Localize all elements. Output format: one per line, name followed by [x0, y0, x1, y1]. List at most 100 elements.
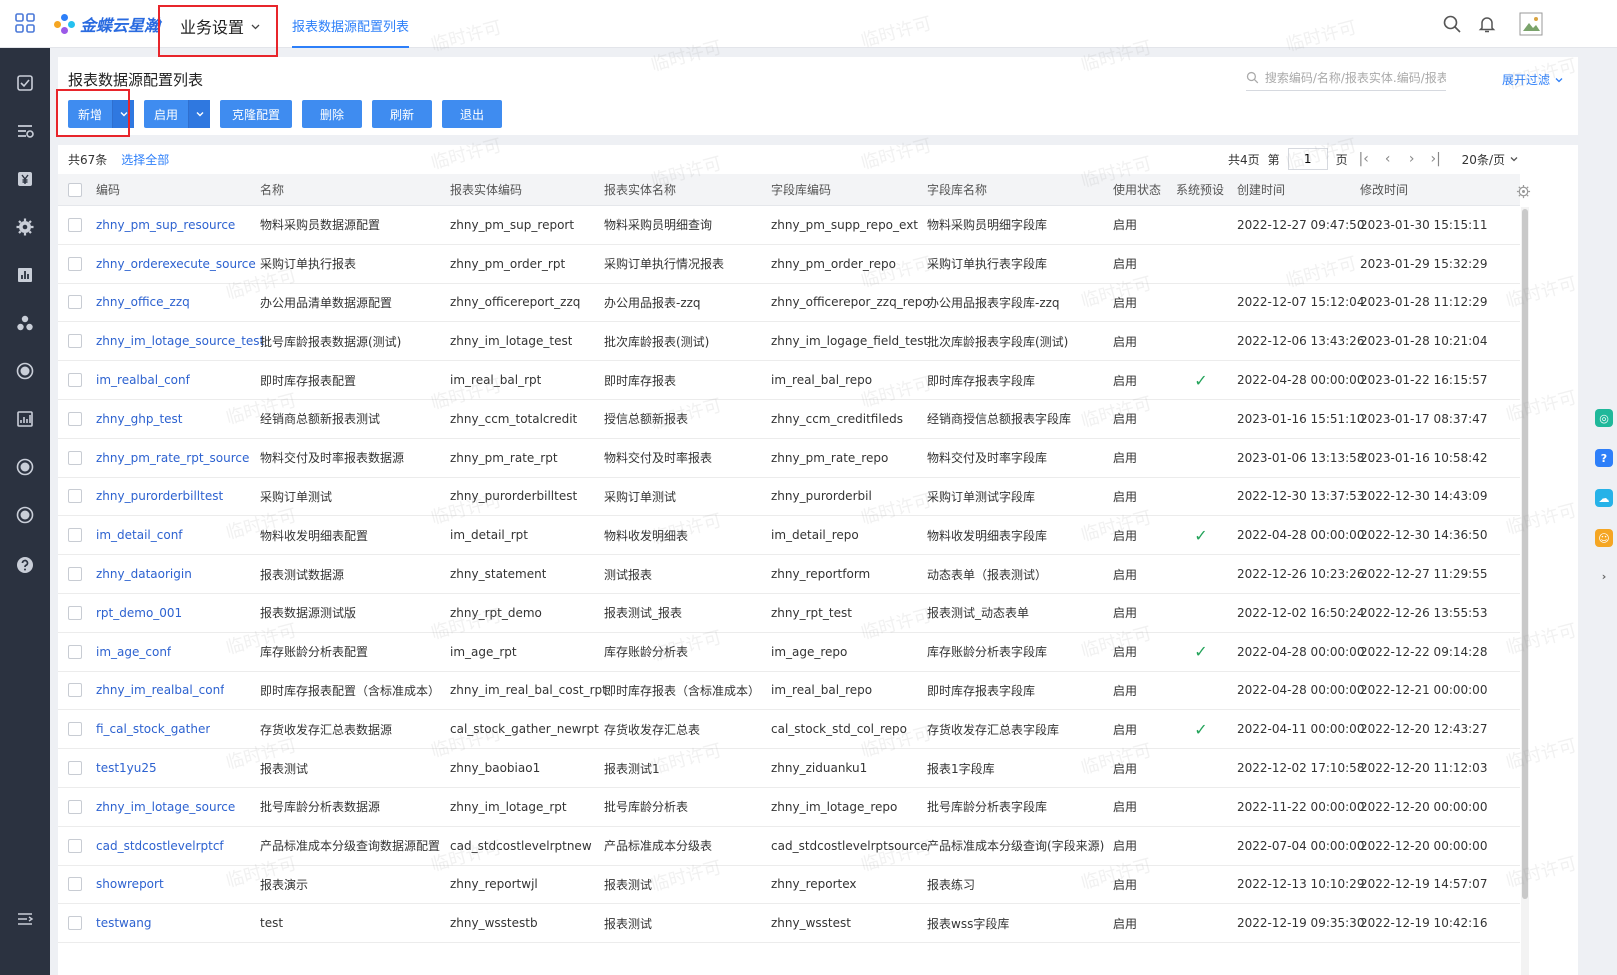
table-row[interactable]: zhny_dataorigin 报表测试数据源 zhny_statement 测试报表… — [58, 555, 1520, 594]
column-header-name[interactable]: 名称 — [260, 174, 284, 205]
row-checkbox[interactable] — [68, 644, 82, 659]
chat-icon[interactable]: ◎ — [1595, 409, 1613, 427]
cell-code[interactable]: fi_cal_stock_gather — [96, 710, 210, 748]
table-row[interactable]: zhny_ghp_test 经销商总额新报表测试 zhny_ccm_totalcre… — [58, 400, 1520, 439]
row-select-cell[interactable] — [68, 400, 82, 438]
exit-button[interactable]: 退出 — [442, 100, 503, 128]
row-checkbox[interactable] — [68, 761, 82, 776]
column-header-code[interactable]: 编码 — [96, 174, 120, 205]
row-select-cell[interactable] — [68, 710, 82, 748]
row-select-cell[interactable] — [68, 245, 82, 283]
cell-code[interactable]: zhny_orderexecute_source — [96, 245, 256, 283]
table-scrollbar[interactable] — [1521, 207, 1529, 975]
column-header-repo-code[interactable]: 字段库编码 — [771, 174, 831, 205]
row-checkbox[interactable] — [68, 567, 82, 582]
header-select-all-checkbox[interactable] — [68, 174, 82, 205]
table-row[interactable]: showreport 报表演示 zhny_reportwjl 报表测试 zhny_rep… — [58, 866, 1520, 905]
cell-code[interactable]: zhny_ghp_test — [96, 400, 183, 438]
table-row[interactable]: testwang test zhny_wsstestb 报表测试 zhny_wsstes… — [58, 904, 1520, 944]
cell-code[interactable]: showreport — [96, 866, 164, 904]
table-row[interactable]: zhny_pm_rate_rpt_source 物料交付及时率报表数据源 zhny_… — [58, 439, 1520, 478]
row-select-cell[interactable] — [68, 478, 82, 516]
table-row[interactable]: zhny_im_lotage_source 批号库龄分析表数据源 zhny_im_l… — [58, 788, 1520, 827]
row-checkbox[interactable] — [68, 799, 82, 814]
select-all-link[interactable]: 选择全部 — [121, 151, 169, 168]
row-checkbox[interactable] — [68, 411, 82, 426]
delete-button[interactable]: 删除 — [302, 100, 363, 128]
row-checkbox[interactable] — [68, 916, 82, 931]
checkbox[interactable] — [68, 182, 82, 197]
avatar[interactable] — [1519, 12, 1543, 36]
column-header-created-time[interactable]: 创建时间 — [1237, 174, 1285, 205]
circle-app-icon[interactable] — [14, 360, 36, 382]
help-icon[interactable] — [14, 554, 36, 576]
table-row[interactable]: zhny_orderexecute_source 采购订单执行报表 zhny_pm_… — [58, 245, 1520, 284]
row-select-cell[interactable] — [68, 827, 82, 865]
column-header-entity-name[interactable]: 报表实体名称 — [604, 174, 676, 205]
cell-code[interactable]: zhny_dataorigin — [96, 555, 192, 593]
column-header-status[interactable]: 使用状态 — [1113, 174, 1161, 205]
column-header-preset[interactable]: 系统预设 — [1176, 174, 1224, 205]
table-row[interactable]: zhny_im_realbal_conf 即时库存报表配置（含标准成本） zhny_… — [58, 672, 1520, 711]
enable-dropdown-toggle[interactable] — [188, 100, 211, 128]
table-row[interactable]: rpt_demo_001 报表数据源测试版 zhny_rpt_demo 报表测试_报表… — [58, 594, 1520, 633]
table-row[interactable]: zhny_purorderbilltest 采购订单测试 zhny_purorder… — [58, 478, 1520, 517]
cloud-icon[interactable]: ☁ — [1595, 489, 1613, 507]
cell-code[interactable]: zhny_pm_sup_resource — [96, 206, 235, 244]
row-checkbox[interactable] — [68, 683, 82, 698]
row-checkbox[interactable] — [68, 877, 82, 892]
column-settings-icon[interactable] — [1508, 175, 1538, 207]
brand-logo[interactable]: 金蝶云星瀚 — [52, 10, 160, 38]
table-row[interactable]: zhny_pm_sup_resource 物料采购员数据源配置 zhny_pm_su… — [58, 206, 1520, 245]
expand-filter-link[interactable]: 展开过滤 — [1502, 71, 1564, 88]
app-grid-icon[interactable] — [14, 12, 36, 34]
cell-code[interactable]: zhny_im_lotage_source_test — [96, 322, 264, 360]
cell-code[interactable]: test1yu25 — [96, 749, 157, 787]
scrollbar-thumb[interactable] — [1522, 209, 1528, 899]
clone-config-button[interactable]: 克隆配置 — [220, 100, 293, 128]
page-size-select[interactable]: 20条/页 — [1462, 151, 1519, 168]
table-row[interactable]: im_detail_conf 物料收发明细表配置 im_detail_rpt 物料收发… — [58, 516, 1520, 556]
collapse-menu-icon[interactable] — [14, 908, 36, 930]
row-checkbox[interactable] — [68, 334, 82, 349]
column-header-entity-code[interactable]: 报表实体编码 — [450, 174, 522, 205]
row-select-cell[interactable] — [68, 749, 82, 787]
column-header-modified-time[interactable]: 修改时间 — [1360, 174, 1408, 205]
row-checkbox[interactable] — [68, 256, 82, 271]
table-row[interactable]: im_age_conf 库存账龄分析表配置 im_age_rpt 库存账龄分析表 im_… — [58, 633, 1520, 672]
bell-icon[interactable] — [1477, 14, 1497, 34]
row-checkbox[interactable] — [68, 528, 82, 543]
list-settings-icon[interactable] — [14, 120, 36, 142]
row-select-cell[interactable] — [68, 361, 82, 399]
cell-code[interactable]: zhny_im_lotage_source — [96, 788, 235, 826]
table-row[interactable]: zhny_office_zzq 办公用品清单数据源配置 zhny_officerep… — [58, 284, 1520, 323]
row-select-cell[interactable] — [68, 633, 82, 671]
tab-report-datasource-list[interactable]: 报表数据源配置列表 — [292, 0, 410, 48]
table-row[interactable]: im_realbal_conf 即时库存报表配置 im_real_bal_rpt 即时… — [58, 361, 1520, 400]
row-select-cell[interactable] — [68, 555, 82, 593]
cell-code[interactable]: zhny_pm_rate_rpt_source — [96, 439, 249, 477]
smile-icon[interactable]: ☺ — [1595, 529, 1613, 547]
row-checkbox[interactable] — [68, 489, 82, 504]
row-select-cell[interactable] — [68, 206, 82, 244]
table-row[interactable]: zhny_im_lotage_source_test 批号库龄报表数据源(测试) z… — [58, 322, 1520, 362]
row-checkbox[interactable] — [68, 838, 82, 853]
enable-button[interactable]: 启用 — [144, 100, 211, 128]
cell-code[interactable]: im_realbal_conf — [96, 361, 190, 399]
refresh-button[interactable]: 刷新 — [372, 100, 433, 128]
cell-code[interactable]: zhny_im_realbal_conf — [96, 672, 224, 710]
row-checkbox[interactable] — [68, 722, 82, 737]
search-input[interactable]: 搜索编码/名称/报表实体.编码/报表 — [1265, 69, 1446, 86]
table-row[interactable]: test1yu25 报表测试 zhny_baobiao1 报表测试1 zhny_zidu… — [58, 749, 1520, 788]
row-checkbox[interactable] — [68, 217, 82, 232]
organization-icon[interactable] — [14, 312, 36, 334]
next-page-icon[interactable]: › — [1404, 151, 1420, 167]
row-select-cell[interactable] — [68, 439, 82, 477]
first-page-icon[interactable]: |‹ — [1356, 151, 1372, 167]
cell-code[interactable]: im_age_conf — [96, 633, 171, 671]
cell-code[interactable]: testwang — [96, 904, 151, 942]
cell-code[interactable]: rpt_demo_001 — [96, 594, 182, 632]
cell-code[interactable]: cad_stdcostlevelrptcf — [96, 827, 224, 865]
gear-icon[interactable] — [14, 216, 36, 238]
row-select-cell[interactable] — [68, 516, 82, 554]
